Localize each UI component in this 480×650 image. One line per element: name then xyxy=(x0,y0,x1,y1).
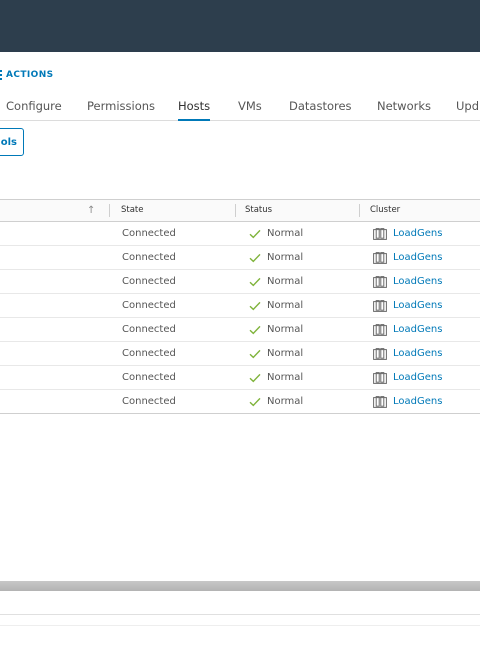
app-header xyxy=(0,0,480,52)
column-header-cluster[interactable]: Cluster xyxy=(370,200,400,221)
host-status: Normal xyxy=(249,366,303,389)
actions-label: ACTIONS xyxy=(6,70,54,80)
cluster-icon xyxy=(373,299,387,312)
panel-splitter[interactable] xyxy=(0,581,480,591)
cluster-icon xyxy=(373,251,387,264)
cluster-link[interactable]: LoadGens xyxy=(393,318,442,341)
check-icon xyxy=(249,229,261,239)
host-state: Connected xyxy=(122,372,176,383)
cluster-icon xyxy=(373,371,387,384)
table-row[interactable]: Connected Normal LoadGens xyxy=(0,342,480,366)
host-cluster: LoadGens xyxy=(373,270,442,293)
table-row[interactable]: Connected Normal LoadGens xyxy=(0,294,480,318)
host-state: Connected xyxy=(122,300,176,311)
host-status: Normal xyxy=(249,342,303,365)
host-state: Connected xyxy=(122,228,176,239)
check-icon xyxy=(249,325,261,335)
tab-datastores[interactable]: Datastores xyxy=(289,96,352,120)
cluster-icon xyxy=(373,347,387,360)
check-icon xyxy=(249,349,261,359)
tab-updates[interactable]: Upd xyxy=(456,96,479,120)
host-status: Normal xyxy=(249,318,303,341)
host-status-label: Normal xyxy=(267,276,304,287)
cluster-link[interactable]: LoadGens xyxy=(393,342,442,365)
host-cluster: LoadGens xyxy=(373,366,442,389)
divider xyxy=(0,625,480,626)
tab-permissions[interactable]: Permissions xyxy=(87,96,155,120)
tools-button[interactable]: ols xyxy=(0,128,24,156)
table-row[interactable]: Connected Normal LoadGens xyxy=(0,270,480,294)
host-cluster: LoadGens xyxy=(373,294,442,317)
host-status: Normal xyxy=(249,270,303,293)
table-row[interactable]: Connected Normal LoadGens xyxy=(0,390,480,413)
column-header-state[interactable]: State xyxy=(121,200,144,221)
host-status-label: Normal xyxy=(267,372,304,383)
tab-hosts[interactable]: Hosts xyxy=(178,96,211,121)
tab-vms[interactable]: VMs xyxy=(238,96,262,120)
cluster-link[interactable]: LoadGens xyxy=(393,246,442,269)
host-state: Connected xyxy=(122,252,176,263)
table-row[interactable]: Connected Normal LoadGens xyxy=(0,318,480,342)
check-icon xyxy=(249,397,261,407)
cluster-link[interactable]: LoadGens xyxy=(393,366,442,389)
divider xyxy=(0,614,480,615)
grid-body: Connected Normal LoadGens Connected Norm… xyxy=(0,222,480,413)
actions-menu[interactable]: ACTIONS xyxy=(0,68,54,82)
column-header-status[interactable]: Status xyxy=(245,200,272,221)
cluster-icon xyxy=(373,275,387,288)
host-cluster: LoadGens xyxy=(373,246,442,269)
host-state: Connected xyxy=(122,324,176,335)
host-status-label: Normal xyxy=(267,300,304,311)
table-row[interactable]: Connected Normal LoadGens xyxy=(0,366,480,390)
tab-networks[interactable]: Networks xyxy=(377,96,431,120)
host-status-label: Normal xyxy=(267,324,304,335)
vertical-ellipsis-icon xyxy=(0,70,3,80)
column-resize-handle[interactable] xyxy=(235,204,236,217)
cluster-link[interactable]: LoadGens xyxy=(393,270,442,293)
table-row[interactable]: Connected Normal LoadGens xyxy=(0,246,480,270)
host-status: Normal xyxy=(249,222,303,245)
host-cluster: LoadGens xyxy=(373,318,442,341)
host-cluster: LoadGens xyxy=(373,342,442,365)
cluster-icon xyxy=(373,323,387,336)
check-icon xyxy=(249,373,261,383)
cluster-icon xyxy=(373,227,387,240)
host-cluster: LoadGens xyxy=(373,390,442,413)
grid-header: ↑ State Status Cluster xyxy=(0,200,480,222)
check-icon xyxy=(249,253,261,263)
host-status-label: Normal xyxy=(267,228,304,239)
host-status-label: Normal xyxy=(267,252,304,263)
cluster-link[interactable]: LoadGens xyxy=(393,222,442,245)
host-status: Normal xyxy=(249,246,303,269)
hosts-grid: ↑ State Status Cluster Connected Normal … xyxy=(0,199,480,414)
host-state: Connected xyxy=(122,276,176,287)
column-resize-handle[interactable] xyxy=(109,204,110,217)
recent-tasks-panel xyxy=(0,591,480,650)
check-icon xyxy=(249,301,261,311)
table-row[interactable]: Connected Normal LoadGens xyxy=(0,222,480,246)
check-icon xyxy=(249,277,261,287)
tab-bar: Configure Permissions Hosts VMs Datastor… xyxy=(0,96,480,121)
cluster-icon xyxy=(373,395,387,408)
cluster-link[interactable]: LoadGens xyxy=(393,390,442,413)
tools-button-label: ols xyxy=(0,136,17,148)
host-state: Connected xyxy=(122,396,176,407)
column-resize-handle[interactable] xyxy=(359,204,360,217)
host-status-label: Normal xyxy=(267,396,304,407)
host-status: Normal xyxy=(249,294,303,317)
host-cluster: LoadGens xyxy=(373,222,442,245)
host-status: Normal xyxy=(249,390,303,413)
cluster-link[interactable]: LoadGens xyxy=(393,294,442,317)
host-state: Connected xyxy=(122,348,176,359)
sort-ascending-icon[interactable]: ↑ xyxy=(87,200,95,221)
host-status-label: Normal xyxy=(267,348,304,359)
tab-configure[interactable]: Configure xyxy=(6,96,62,120)
